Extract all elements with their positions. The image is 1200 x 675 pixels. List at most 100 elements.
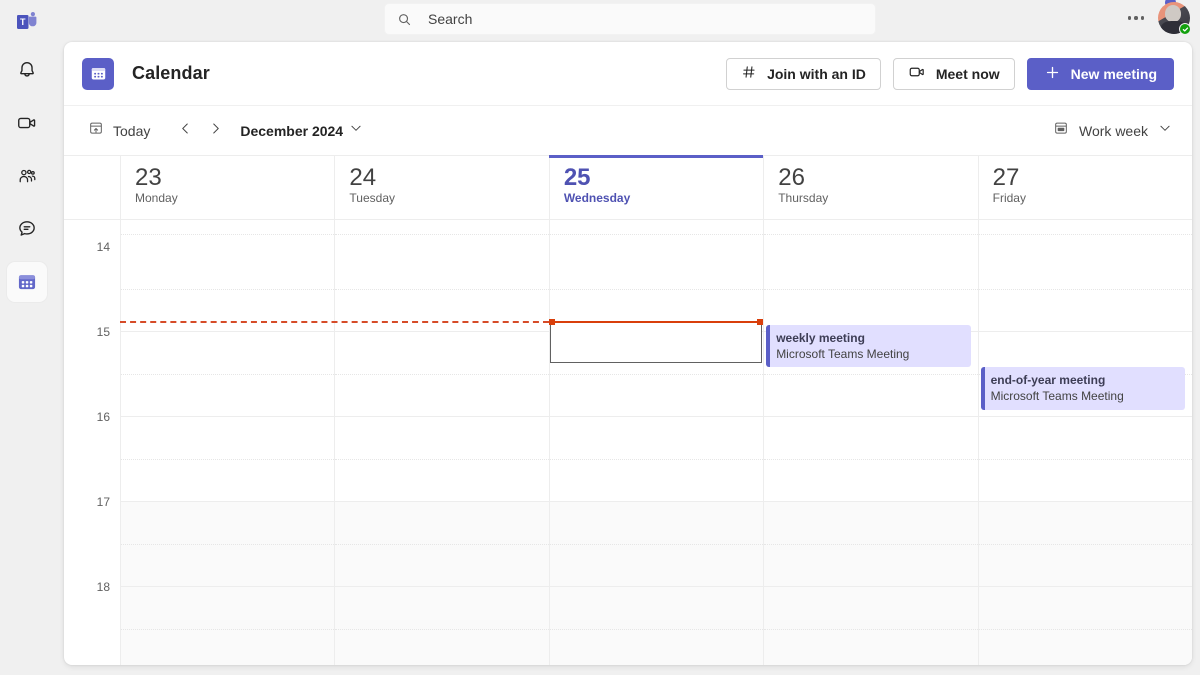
day-column-monday[interactable] — [120, 220, 335, 665]
day-column-friday[interactable] — [977, 220, 1192, 665]
chevron-right-icon — [208, 121, 223, 141]
meet-now-button[interactable]: Meet now — [892, 57, 1015, 90]
sidebar-item-chat[interactable] — [7, 209, 47, 249]
today-label: Today — [113, 122, 151, 139]
period-label: December 2024 — [240, 122, 344, 139]
hour-cell[interactable] — [121, 247, 335, 332]
half-hour-cell[interactable] — [121, 220, 335, 247]
sidebar-item-communities[interactable] — [7, 156, 47, 196]
hour-cell[interactable] — [978, 417, 1192, 502]
join-with-id-button[interactable]: Join with an ID — [726, 57, 881, 90]
day-column-tuesday[interactable] — [334, 220, 550, 665]
new-meeting-button[interactable]: New meeting — [1026, 57, 1174, 90]
day-header-monday[interactable]: 23 Monday — [120, 156, 334, 219]
calendar-event[interactable]: weekly meeting Microsoft Teams Meeting — [766, 324, 971, 368]
today-button[interactable]: Today — [86, 116, 152, 145]
new-meeting-label: New meeting — [1070, 65, 1157, 82]
event-subtitle: Microsoft Teams Meeting — [990, 389, 1124, 404]
day-columns — [120, 220, 1192, 665]
sidebar-item-meet[interactable] — [7, 103, 47, 143]
hour-cell[interactable] — [549, 417, 764, 502]
day-header-tuesday[interactable]: 24 Tuesday — [334, 156, 548, 219]
bell-icon — [16, 59, 38, 81]
chevron-down-icon — [349, 121, 363, 140]
hour-cell[interactable] — [978, 502, 1192, 587]
page-title: Calendar — [132, 63, 210, 83]
sidebar-item-calendar[interactable] — [7, 262, 47, 302]
video-camera-icon — [908, 63, 926, 84]
top-bar: Search — [54, 0, 1200, 38]
day-number: 24 — [349, 164, 377, 191]
hour-cell[interactable] — [335, 502, 550, 587]
day-header-thursday[interactable]: 26 Thursday — [763, 156, 977, 219]
hour-cell[interactable] — [335, 417, 550, 502]
hour-cell[interactable] — [335, 332, 550, 417]
event-title: end-of-year meeting — [990, 373, 1106, 388]
hour-cell[interactable] — [549, 502, 764, 587]
day-number: 23 — [135, 164, 162, 191]
svg-text:T: T — [20, 17, 26, 27]
meet-now-label: Meet now — [935, 65, 1000, 82]
calendar-grid-scroll[interactable]: 14 15 16 17 18 weekly meeting Microsoft Teams… — [64, 220, 1192, 665]
previous-period-button[interactable] — [170, 116, 200, 146]
period-dropdown-button[interactable] — [343, 118, 369, 144]
half-hour-cell[interactable] — [978, 220, 1192, 247]
calendar-toolbar: Today December 2024 Work week — [64, 106, 1192, 156]
day-weekday: Tuesday — [349, 191, 395, 205]
hour-cell[interactable] — [121, 417, 335, 502]
hour-cell[interactable] — [978, 587, 1192, 665]
time-gutter: 14 15 16 17 18 — [64, 220, 120, 665]
more-horizontal-icon[interactable] — [1124, 10, 1149, 26]
plus-icon — [1044, 64, 1061, 84]
selected-time-slot[interactable] — [549, 320, 763, 364]
day-number: 26 — [778, 164, 805, 191]
day-column-wednesday[interactable] — [548, 220, 764, 665]
time-label: 15 — [96, 325, 110, 339]
time-label: 18 — [96, 580, 110, 594]
calendar-event[interactable]: end-of-year meeting Microsoft Teams Meeti… — [980, 367, 1185, 410]
hour-cell[interactable] — [335, 587, 550, 665]
hour-cell[interactable] — [764, 417, 979, 502]
next-period-button[interactable] — [200, 116, 230, 146]
hour-cell[interactable] — [764, 502, 979, 587]
hour-cell[interactable] — [764, 587, 979, 665]
sidebar-item-activity[interactable] — [7, 50, 47, 90]
current-time-line-dashed — [120, 320, 549, 323]
search-input[interactable]: Search — [384, 3, 876, 35]
hour-cell[interactable] — [549, 247, 764, 332]
hour-cell[interactable] — [335, 247, 550, 332]
hour-cell[interactable] — [764, 247, 979, 332]
view-picker-button[interactable]: Work week — [1051, 116, 1174, 145]
day-number: 27 — [992, 164, 1020, 191]
half-hour-cell[interactable] — [764, 220, 979, 247]
event-subtitle: Microsoft Teams Meeting — [776, 346, 910, 361]
avatar[interactable] — [1158, 0, 1191, 35]
hash-icon — [741, 64, 757, 83]
card-header: Calendar Join with an ID Meet now New me… — [64, 42, 1192, 106]
topbar-right-group — [1124, 0, 1191, 35]
half-hour-cell[interactable] — [335, 220, 550, 247]
day-weekday: Monday — [135, 191, 178, 205]
hour-cell[interactable] — [978, 247, 1192, 332]
calendar-card: Calendar Join with an ID Meet now New me… — [64, 42, 1192, 665]
header-actions: Join with an ID Meet now New meeting — [726, 57, 1174, 90]
chevron-left-icon — [178, 121, 193, 141]
day-column-thursday[interactable] — [763, 220, 979, 665]
day-number: 25 — [563, 164, 591, 191]
presence-available-icon — [1179, 23, 1191, 35]
view-label: Work week — [1079, 122, 1148, 139]
teams-logo-icon: T — [15, 7, 39, 37]
day-header-wednesday[interactable]: 25 Wednesday — [548, 155, 764, 219]
hour-cell[interactable] — [121, 587, 335, 665]
day-weekday: Thursday — [778, 191, 829, 205]
hour-cell[interactable] — [549, 587, 764, 665]
day-header-row: 23 Monday 24 Tuesday 25 Wednesday 26 Thursday 27… — [64, 155, 1192, 220]
app-rail: T — [0, 0, 54, 675]
day-header-gutter — [64, 156, 120, 219]
half-hour-cell[interactable] — [549, 220, 764, 247]
day-weekday: Wednesday — [563, 191, 631, 205]
hour-cell[interactable] — [121, 332, 335, 417]
calendar-grid: 14 15 16 17 18 — [64, 220, 1192, 665]
hour-cell[interactable] — [121, 502, 335, 587]
day-header-friday[interactable]: 27 Friday — [977, 156, 1192, 219]
